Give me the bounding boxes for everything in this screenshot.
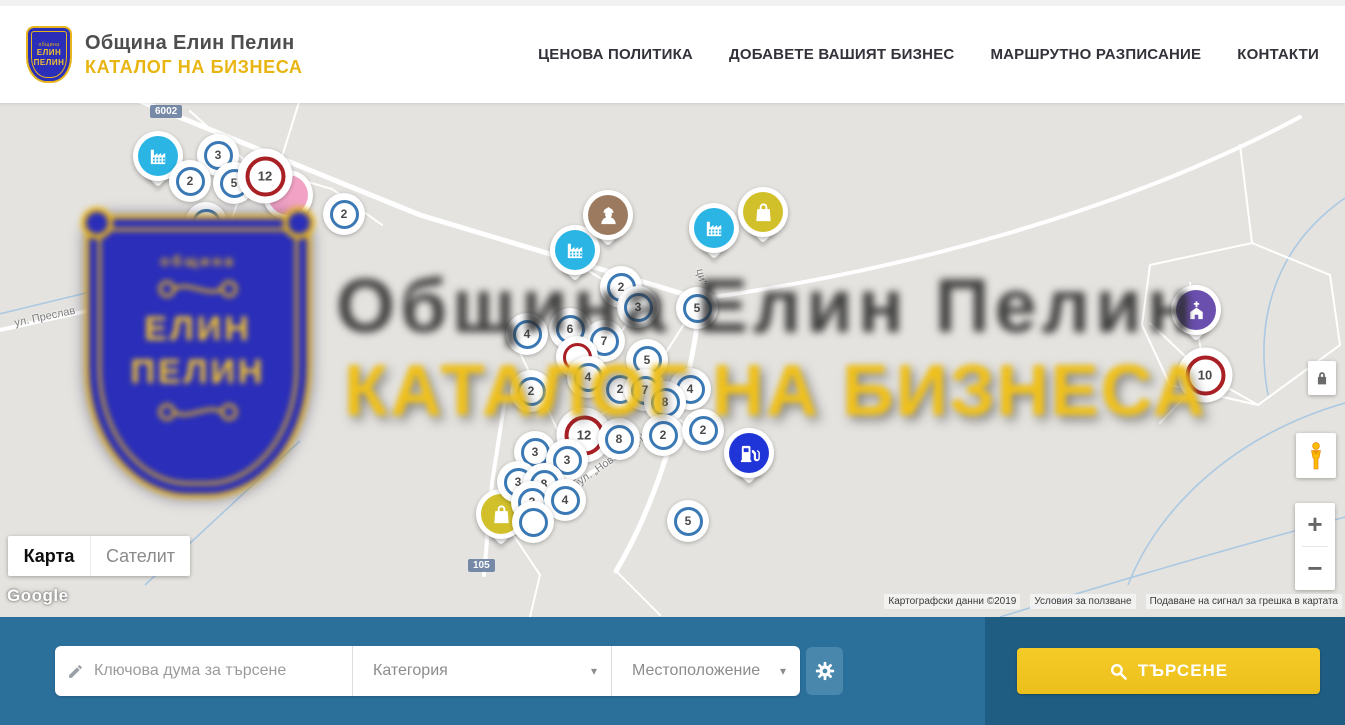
crest-name-line2: ПЕЛИН: [34, 59, 65, 68]
nav-item-pricing[interactable]: ЦЕНОВА ПОЛИТИКА: [538, 46, 693, 63]
search-bar: Категория ▾ Местоположение ▾: [0, 617, 1345, 725]
site-title: Община Елин Пелин: [85, 32, 303, 55]
chevron-down-icon: ▾: [591, 664, 597, 678]
page: община ЕЛИН ПЕЛИН Община Елин Пелин КАТА…: [0, 0, 1345, 725]
chevron-down-icon: ▾: [780, 664, 786, 678]
nav-item-add-business[interactable]: ДОБАВЕТЕ ВАШИЯТ БИЗНЕС: [729, 46, 954, 63]
streetview-lock-button[interactable]: [1308, 361, 1336, 395]
map-type-map-button[interactable]: Карта: [8, 536, 90, 576]
search-button-label: ТЪРСЕНЕ: [1138, 661, 1228, 681]
location-select[interactable]: Местоположение ▾: [612, 646, 800, 696]
pegman-button[interactable]: [1296, 433, 1336, 478]
nav-item-contacts[interactable]: КОНТАКТИ: [1237, 46, 1319, 63]
main-nav: ЦЕНОВА ПОЛИТИКА ДОБАВЕТЕ ВАШИЯТ БИЗНЕС М…: [538, 46, 1319, 63]
municipality-crest-icon: община ЕЛИН ПЕЛИН: [26, 26, 72, 83]
zoom-in-button[interactable]: +: [1295, 503, 1335, 546]
site-subtitle: КАТАЛОГ НА БИЗНЕСА: [85, 57, 303, 78]
advanced-settings-button[interactable]: [806, 647, 843, 695]
pencil-icon: [67, 663, 84, 680]
location-select-label: Местоположение: [632, 662, 760, 680]
search-button[interactable]: ТЪРСЕНЕ: [1017, 648, 1320, 694]
attribution-report-link[interactable]: Подаване на сигнал за грешка в картата: [1146, 594, 1342, 609]
crest-name-line1: ЕЛИН: [37, 49, 61, 58]
brand-text: Община Елин Пелин КАТАЛОГ НА БИЗНЕСА: [85, 32, 303, 78]
pegman-icon: [1304, 440, 1328, 472]
map-type-satellite-button[interactable]: Сателит: [90, 536, 190, 576]
zoom-out-button[interactable]: −: [1295, 547, 1335, 590]
pin-bubble: [724, 428, 774, 478]
map-canvas[interactable]: 6002 105 ул. Преслав бул. „Новоселци" ци…: [0, 103, 1345, 617]
map-attribution: Картографски данни ©2019 Условия за полз…: [884, 594, 1342, 609]
markers-top-layer: [0, 103, 1345, 617]
fuel-icon: [729, 433, 769, 473]
google-logo[interactable]: Google: [7, 586, 69, 606]
category-select[interactable]: Категория ▾: [353, 646, 612, 696]
search-bar-left-panel: Категория ▾ Местоположение ▾: [0, 617, 985, 725]
nav-item-schedule[interactable]: МАРШРУТНО РАЗПИСАНИЕ: [990, 46, 1201, 63]
search-bar-right-panel: ТЪРСЕНЕ: [985, 617, 1345, 725]
keyword-input[interactable]: [94, 662, 340, 680]
search-icon: [1109, 662, 1128, 681]
category-select-label: Категория: [373, 662, 448, 680]
header: община ЕЛИН ПЕЛИН Община Елин Пелин КАТА…: [0, 0, 1345, 103]
lock-icon: [1315, 370, 1329, 386]
gear-icon: [814, 660, 836, 682]
fuel-pin-marker[interactable]: [722, 426, 776, 494]
site-logo[interactable]: община ЕЛИН ПЕЛИН Община Елин Пелин КАТА…: [26, 26, 303, 83]
attribution-copyright: Картографски данни ©2019: [884, 594, 1020, 609]
attribution-terms-link[interactable]: Условия за ползване: [1030, 594, 1135, 609]
keyword-field: [55, 646, 353, 696]
search-fields: Категория ▾ Местоположение ▾: [55, 646, 800, 696]
map-type-control: Карта Сателит: [8, 536, 190, 576]
crest-top-label: община: [38, 42, 59, 48]
zoom-control: + −: [1295, 503, 1335, 590]
